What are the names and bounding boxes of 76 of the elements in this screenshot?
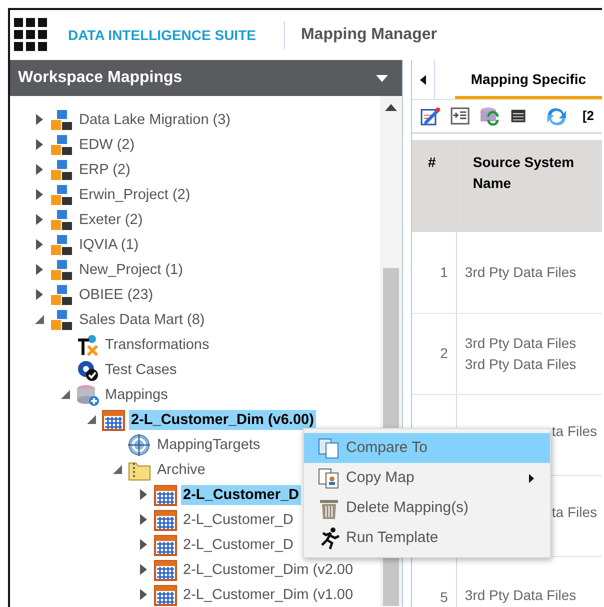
tree-item[interactable]: 2-L_Customer_Dim (v1.00 — [181, 584, 356, 604]
import-list-icon[interactable] — [450, 105, 472, 127]
expanded-triangle-icon[interactable] — [112, 465, 122, 474]
tree-item[interactable]: Data Lake Migration (3) — [77, 110, 233, 130]
table-cell: 2 — [412, 313, 456, 394]
collapsed-triangle-icon[interactable] — [36, 214, 42, 225]
documents-icon — [318, 436, 340, 460]
toolbar-text: [2 — [582, 107, 594, 126]
project-blocks-icon — [50, 208, 73, 230]
collapsed-triangle-icon[interactable] — [36, 289, 42, 300]
refresh-icon[interactable] — [544, 105, 566, 127]
documents-person-icon — [318, 466, 340, 490]
collapsed-triangle-icon[interactable] — [140, 589, 146, 600]
tree-item[interactable]: Test Cases — [103, 360, 179, 380]
tree-item[interactable]: Transformations — [103, 334, 212, 354]
tree-item[interactable]: Mappings — [103, 384, 170, 404]
target-icon — [128, 434, 151, 456]
collapsed-triangle-icon[interactable] — [140, 489, 146, 500]
database-sync-icon[interactable] — [479, 105, 502, 127]
tree-item[interactable]: Archive — [155, 460, 208, 480]
project-blocks-icon — [50, 134, 73, 156]
collapsed-triangle-icon[interactable] — [36, 264, 42, 275]
table-grid-icon — [154, 558, 177, 580]
tree-item[interactable]: Sales Data Mart (8) — [77, 310, 207, 330]
collapsed-triangle-icon[interactable] — [36, 239, 42, 250]
menu-item[interactable]: Compare To — [304, 433, 550, 463]
tree-item[interactable]: IQVIA (1) — [77, 234, 141, 254]
pencil-document-icon[interactable] — [420, 105, 442, 127]
tree-item[interactable]: 2-L_Customer_D — [181, 510, 296, 530]
tree-item[interactable]: 2-L_Customer_D — [181, 484, 302, 504]
column-header: Source System Name — [456, 140, 602, 232]
expanded-triangle-icon[interactable] — [60, 390, 70, 399]
table-grid-icon — [154, 484, 177, 506]
scroll-up-arrow-icon[interactable] — [385, 104, 397, 111]
tree-item[interactable]: Exeter (2) — [77, 210, 145, 230]
tree-item[interactable]: EDW (2) — [77, 134, 137, 154]
project-blocks-icon — [50, 284, 73, 306]
tree-item[interactable]: ERP (2) — [77, 160, 132, 180]
table-cell: 3rd Pty Data Files — [456, 232, 602, 313]
scroll-left-arrow-icon[interactable] — [420, 74, 426, 84]
project-blocks-icon — [50, 234, 73, 256]
collapsed-triangle-icon[interactable] — [140, 564, 146, 575]
tree-item[interactable]: 2-L_Customer_D — [181, 534, 296, 554]
table-grid-icon — [102, 408, 125, 430]
project-blocks-icon — [50, 258, 73, 280]
collapsed-triangle-icon[interactable] — [140, 514, 146, 525]
collapsed-triangle-icon[interactable] — [140, 539, 146, 550]
tree-item[interactable]: Erwin_Project (2) — [77, 184, 192, 204]
collapsed-triangle-icon[interactable] — [36, 114, 42, 125]
tree-item[interactable]: 2-L_Customer_Dim (v6.00) — [129, 410, 316, 430]
project-blocks-icon — [50, 158, 73, 180]
table-cell: 1 — [412, 232, 456, 313]
project-blocks-icon — [50, 308, 73, 330]
panel-title: Workspace Mappings — [18, 68, 182, 88]
tx-icon — [76, 334, 99, 356]
collapsed-triangle-icon[interactable] — [36, 189, 42, 200]
app-grid-icon[interactable] — [14, 18, 48, 52]
tree-item[interactable]: New_Project (1) — [77, 260, 185, 280]
table-grid-icon — [154, 534, 177, 556]
collapsed-triangle-icon[interactable] — [36, 139, 42, 150]
tree-item[interactable]: MappingTargets — [155, 434, 262, 454]
column-header: # — [412, 140, 456, 232]
expanded-triangle-icon[interactable] — [86, 415, 96, 424]
table-grid-icon — [154, 508, 177, 530]
project-blocks-icon — [50, 108, 73, 130]
project-blocks-icon — [50, 184, 73, 206]
dropdown-caret-icon[interactable] — [376, 74, 388, 82]
tab[interactable]: Mapping Specific — [454, 69, 602, 99]
collapsed-triangle-icon[interactable] — [36, 164, 42, 175]
table-cell: 3rd Pty Data Files 3rd Pty Data Files — [456, 313, 602, 394]
module-title: Mapping Manager — [300, 25, 437, 45]
brand-name: DATA INTELLIGENCE SUITE — [68, 26, 256, 44]
database-plus-icon — [76, 384, 99, 406]
tree-item[interactable]: 2-L_Customer_Dim (v2.00 — [181, 560, 356, 580]
expanded-triangle-icon[interactable] — [34, 315, 44, 324]
tree-item[interactable]: OBIEE (23) — [77, 284, 156, 304]
